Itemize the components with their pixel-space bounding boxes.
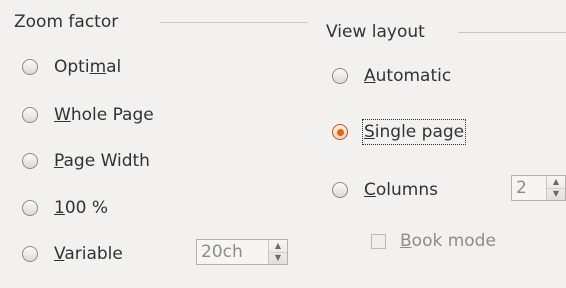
radio-checked-icon	[332, 124, 348, 140]
spin-up-icon[interactable]: ▲	[547, 176, 565, 188]
radio-icon	[22, 107, 38, 123]
zoom-variable-radio[interactable]: Variable	[22, 243, 123, 265]
radio-icon	[22, 200, 38, 216]
spin-up-icon[interactable]: ▲	[269, 240, 287, 252]
view-automatic-radio[interactable]: Automatic	[332, 65, 451, 87]
zoom-100-percent-radio[interactable]: 100 %	[22, 197, 108, 219]
zoom-variable-value: 20ch	[201, 242, 243, 262]
zoom-whole-page-radio[interactable]: Whole Page	[22, 104, 154, 126]
radio-icon	[22, 59, 38, 75]
view-layout-heading: View layout	[326, 22, 425, 42]
zoom-optimal-radio[interactable]: Optimal	[22, 56, 121, 78]
zoom-factor-heading: Zoom factor	[14, 12, 119, 32]
view-single-page-radio[interactable]: Single page	[332, 119, 467, 145]
radio-icon	[22, 153, 38, 169]
view-columns-radio[interactable]: Columns	[332, 179, 438, 201]
zoom-factor-divider	[160, 22, 308, 23]
radio-icon	[332, 182, 348, 198]
columns-value: 2	[516, 178, 527, 198]
spin-down-icon[interactable]: ▼	[269, 251, 287, 265]
view-layout-divider	[458, 32, 566, 33]
zoom-page-width-radio[interactable]: Page Width	[22, 150, 150, 172]
book-mode-checkbox[interactable]: Book mode	[371, 230, 496, 252]
columns-spinbox[interactable]: 2 ▲ ▼	[511, 175, 566, 201]
zoom-variable-spinbox[interactable]: 20ch ▲ ▼	[196, 239, 288, 265]
spin-down-icon[interactable]: ▼	[547, 187, 565, 201]
radio-icon	[332, 68, 348, 84]
radio-icon	[22, 246, 38, 262]
checkbox-icon	[371, 233, 386, 249]
